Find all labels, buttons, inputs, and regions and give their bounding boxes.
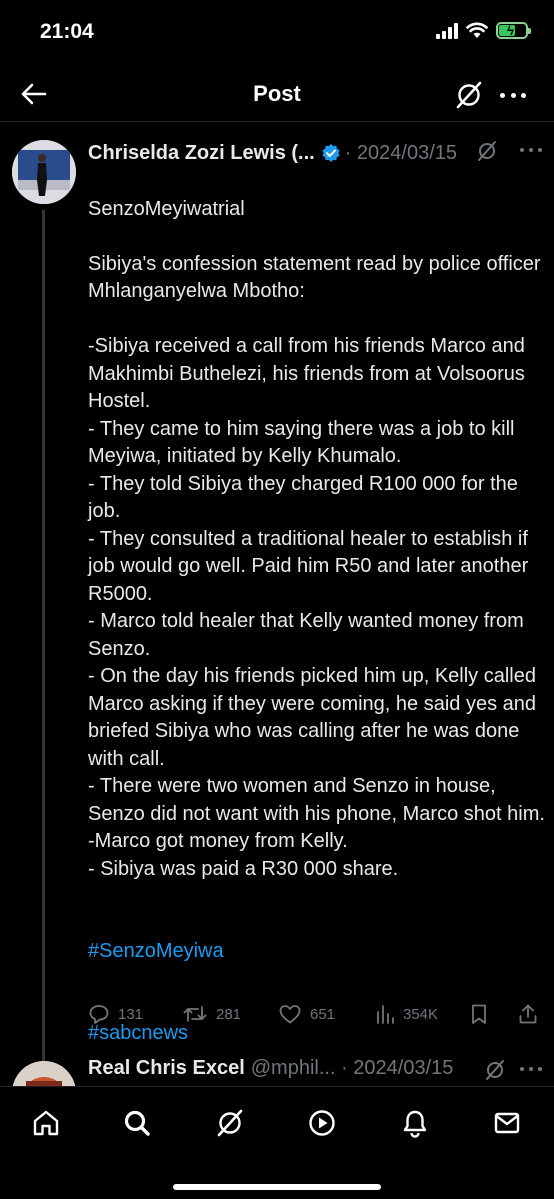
views-count: 354K <box>403 1005 439 1023</box>
messages-icon <box>494 1112 520 1134</box>
verified-badge-icon <box>322 144 340 162</box>
bookmark-icon <box>472 1004 486 1024</box>
reply-button[interactable]: 131 <box>88 1000 143 1028</box>
nav-grok[interactable] <box>210 1103 250 1143</box>
thread-line <box>42 210 45 1130</box>
post-body: SenzoMeyiwatrial Sibiya's confession sta… <box>88 197 545 880</box>
like-button[interactable]: 651 <box>278 1000 335 1028</box>
grok-icon <box>478 141 496 161</box>
reply-icon <box>89 1005 109 1024</box>
arrow-left-icon <box>21 83 47 105</box>
repost-button[interactable]: 281 <box>182 1000 241 1028</box>
nav-home[interactable] <box>26 1103 66 1143</box>
post-date[interactable]: · 2024/03/15 <box>345 142 457 165</box>
heart-icon <box>279 1005 301 1024</box>
home-indicator[interactable] <box>173 1184 381 1190</box>
bottom-navigation <box>0 1086 554 1199</box>
nav-video[interactable] <box>302 1103 342 1143</box>
grok-icon <box>217 1109 243 1137</box>
post-text: SenzoMeyiwatrial Sibiya's confession sta… <box>88 168 548 1075</box>
avatar-image <box>12 140 76 204</box>
back-button[interactable] <box>18 78 50 110</box>
like-count: 651 <box>310 1005 336 1023</box>
video-icon <box>309 1110 335 1136</box>
reply-more-button[interactable] <box>520 1067 542 1073</box>
reply-grok-button[interactable] <box>484 1059 506 1081</box>
analytics-icon <box>377 1005 394 1024</box>
nav-messages[interactable] <box>487 1103 527 1143</box>
more-options-button[interactable] <box>496 80 530 110</box>
home-icon <box>33 1110 59 1136</box>
post-grok-button[interactable] <box>476 140 498 162</box>
post-more-button[interactable] <box>520 148 542 154</box>
battery-icon: ϟ <box>496 22 531 39</box>
reply-count: 131 <box>118 1005 144 1023</box>
nav-search[interactable] <box>117 1103 157 1143</box>
cellular-signal-icon <box>436 22 458 39</box>
views-button[interactable]: 354K <box>375 1000 438 1028</box>
repost-icon <box>183 1006 207 1022</box>
bookmark-button[interactable] <box>470 1000 488 1028</box>
reply-header: Real Chris Excel @mphil... · 2024/03/15 <box>88 1057 488 1080</box>
status-bar: 21:04 ϟ <box>0 0 554 66</box>
status-icons: ϟ <box>436 22 531 39</box>
reply-author-name[interactable]: Real Chris Excel <box>88 1057 245 1080</box>
notifications-icon <box>403 1110 427 1138</box>
post-actions: 131 281 651 354K <box>88 1000 548 1030</box>
author-avatar[interactable] <box>12 140 76 204</box>
search-icon <box>124 1110 150 1136</box>
repost-count: 281 <box>216 1005 242 1023</box>
grok-button[interactable] <box>454 80 484 110</box>
share-button[interactable] <box>518 1000 538 1028</box>
grok-icon <box>486 1060 504 1080</box>
grok-icon <box>456 81 482 109</box>
top-app-bar: Post <box>0 66 554 122</box>
nav-notifications[interactable] <box>395 1103 435 1143</box>
status-time: 21:04 <box>40 20 94 43</box>
hashtag-link[interactable]: #SenzoMeyiwa <box>88 938 548 966</box>
author-name[interactable]: Chriselda Zozi Lewis (... <box>88 142 315 165</box>
share-icon <box>519 1004 537 1024</box>
wifi-icon <box>466 22 488 38</box>
reply-handle[interactable]: @mphil... · 2024/03/15 <box>251 1057 454 1080</box>
